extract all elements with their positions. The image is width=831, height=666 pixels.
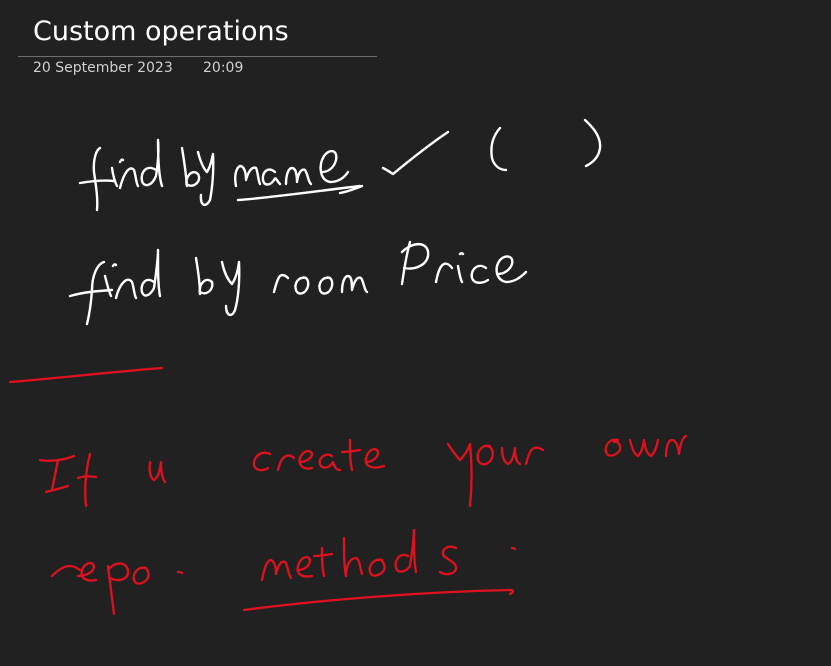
ink-stroke bbox=[106, 564, 116, 616]
ink-stroke bbox=[338, 184, 364, 195]
ink-stroke bbox=[500, 446, 522, 466]
ink-stroke bbox=[76, 475, 98, 480]
ink-stroke bbox=[260, 558, 293, 582]
ink-stroke bbox=[236, 184, 362, 202]
ink-stroke bbox=[664, 434, 688, 458]
ink-stroke bbox=[92, 146, 102, 212]
ink-stroke bbox=[628, 438, 660, 458]
ink-stroke bbox=[400, 240, 412, 286]
ink-stroke bbox=[111, 263, 118, 268]
ink-stroke bbox=[340, 274, 369, 294]
page-date: 20 September 2023 bbox=[33, 60, 173, 76]
page-time: 20:09 bbox=[203, 60, 244, 76]
ink-stroke bbox=[294, 276, 310, 295]
ink-line-find-by-name bbox=[78, 138, 364, 212]
ink-stroke bbox=[272, 273, 290, 294]
ink-stroke bbox=[490, 126, 508, 172]
ink-stroke bbox=[340, 448, 362, 454]
ink-stroke bbox=[118, 158, 125, 164]
ink-stroke bbox=[470, 264, 490, 284]
title-divider bbox=[18, 56, 377, 57]
ink-stroke bbox=[583, 118, 602, 168]
ink-stroke bbox=[348, 438, 354, 472]
ink-stroke bbox=[242, 588, 515, 612]
ink-checkmark bbox=[381, 130, 450, 176]
ink-stroke bbox=[318, 276, 334, 295]
ink-stroke bbox=[132, 566, 150, 585]
red-ink-group bbox=[8, 366, 688, 616]
ink-stroke bbox=[394, 528, 418, 574]
ink-stroke bbox=[106, 562, 130, 582]
ink-divider-line bbox=[8, 366, 164, 384]
ink-stroke bbox=[50, 564, 82, 578]
ink-stroke bbox=[312, 552, 334, 558]
ink-stroke bbox=[261, 168, 282, 186]
ink-stroke bbox=[148, 460, 167, 484]
ink-stroke bbox=[84, 452, 92, 508]
ink-stroke bbox=[118, 167, 140, 190]
page-title[interactable]: Custom operations bbox=[18, 12, 377, 56]
ink-stroke bbox=[456, 264, 464, 284]
ink-line-parentheses bbox=[490, 118, 602, 172]
ink-stroke bbox=[495, 255, 528, 284]
ink-stroke bbox=[510, 546, 517, 551]
ink-stroke bbox=[234, 164, 262, 188]
ink-stroke bbox=[38, 454, 76, 462]
ink-stroke bbox=[296, 556, 314, 578]
ink-line-repo-methods bbox=[50, 528, 517, 616]
ink-line-if-u-create-your-own bbox=[38, 434, 688, 508]
ink-stroke bbox=[68, 288, 114, 298]
ink-stroke bbox=[78, 179, 116, 185]
ink-stroke bbox=[85, 260, 106, 326]
ink-stroke bbox=[276, 454, 296, 472]
ink-stroke bbox=[524, 446, 545, 466]
ink-line-find-by-room-price bbox=[68, 240, 528, 326]
page-header: Custom operations bbox=[18, 12, 377, 57]
ink-canvas bbox=[8, 118, 688, 616]
ink-stroke bbox=[438, 545, 458, 576]
ink-stroke bbox=[604, 438, 622, 457]
ink-stroke bbox=[176, 570, 184, 575]
ink-stroke bbox=[434, 262, 454, 284]
ink-stroke bbox=[44, 484, 70, 494]
ink-stroke bbox=[364, 448, 386, 469]
ink-stroke bbox=[110, 166, 119, 188]
ink-stroke bbox=[476, 444, 494, 466]
white-ink-group bbox=[68, 118, 602, 326]
ink-stroke bbox=[180, 146, 201, 188]
ink-stroke bbox=[103, 274, 113, 298]
ink-stroke bbox=[220, 260, 241, 317]
ink-stroke bbox=[76, 561, 98, 582]
ink-stroke bbox=[400, 243, 430, 270]
ink-stroke bbox=[194, 256, 214, 296]
ink-stroke bbox=[140, 138, 164, 188]
ink-stroke bbox=[446, 442, 473, 508]
ink-stroke bbox=[320, 546, 326, 578]
ink-stroke bbox=[458, 252, 465, 256]
ink-stroke bbox=[368, 558, 386, 577]
ink-stroke bbox=[252, 451, 272, 472]
ink-stroke bbox=[298, 449, 314, 470]
ink-stroke bbox=[50, 458, 60, 492]
ink-stroke bbox=[114, 278, 138, 300]
ink-stroke bbox=[140, 248, 162, 298]
ink-stroke bbox=[319, 149, 350, 184]
ink-stroke bbox=[318, 453, 342, 472]
ink-stroke bbox=[196, 150, 215, 207]
ink-stroke bbox=[342, 536, 364, 578]
ink-stroke bbox=[284, 166, 313, 186]
